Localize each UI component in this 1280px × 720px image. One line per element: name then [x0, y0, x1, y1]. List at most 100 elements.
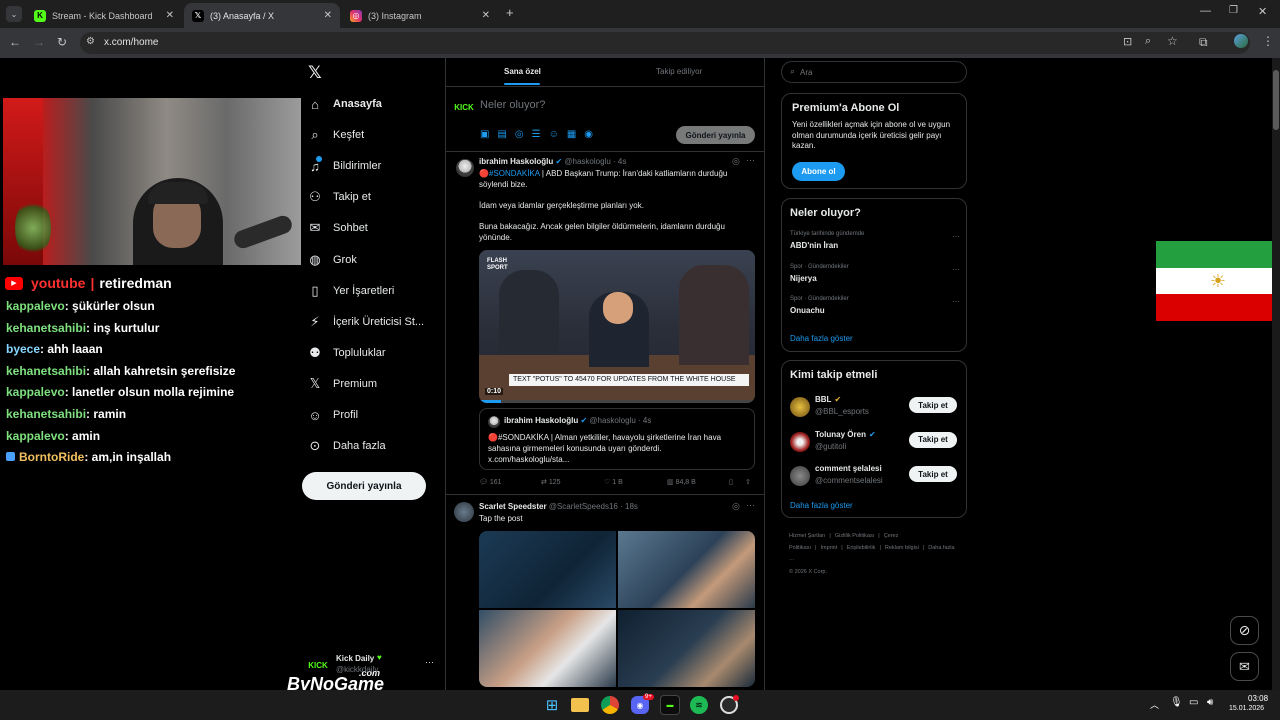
nav-item-home[interactable]: ⌂ Anasayfa — [307, 92, 382, 116]
composer-input[interactable]: Neler oluyor? — [480, 99, 545, 111]
nav-post-button[interactable]: Gönderi yayınla — [302, 472, 426, 500]
footer-link[interactable]: Hizmet Şartları — [789, 533, 825, 539]
nav-item-creator[interactable]: ⚡ İçerik Üreticisi St... — [307, 310, 424, 334]
hashtag[interactable]: 🔴#SONDAKİKA — [479, 169, 540, 178]
more-icon[interactable]: ··· — [746, 155, 755, 165]
scrollbar-thumb[interactable] — [1273, 70, 1279, 130]
new-tab-icon[interactable]: + — [506, 5, 514, 20]
volume-icon[interactable]: 🔊︎ — [1207, 697, 1213, 708]
clock-time[interactable]: 03:08 — [1248, 694, 1268, 703]
grok-analyze-icon[interactable]: ◎ — [732, 501, 740, 512]
file-explorer-icon[interactable] — [571, 698, 589, 712]
reload-icon[interactable]: ↻ — [57, 35, 67, 49]
minimize-icon[interactable]: — — [1200, 5, 1211, 17]
author-name[interactable]: ibrahim Haskoloğlu — [479, 157, 553, 166]
close-icon[interactable]: ✕ — [324, 10, 332, 21]
more-icon[interactable]: ··· — [425, 657, 434, 667]
bookmark-icon[interactable]: ▯ — [729, 478, 733, 486]
footer-link[interactable]: Reklam bilgisi — [885, 545, 919, 551]
spotify-icon[interactable]: ≋ — [690, 696, 708, 714]
nav-item-profile[interactable]: ☺ Profil — [307, 403, 358, 427]
messages-floating-button[interactable]: ✉ — [1230, 652, 1259, 681]
account-switcher[interactable]: KICK Kick Daily ♥ @kickkdaily ··· — [307, 653, 437, 677]
trend-item[interactable]: Spor · Gündemdekiler Onuachu ··· — [790, 296, 960, 324]
reply-button[interactable]: 💬︎ 161 — [479, 478, 502, 486]
like-button[interactable]: ♡ 1 B — [604, 478, 623, 486]
follow-button[interactable]: Takip et — [909, 466, 957, 482]
post-image[interactable] — [618, 531, 755, 608]
video-progress-bar[interactable] — [479, 400, 755, 403]
tab-kick-dashboard[interactable]: K Stream - Kick Dashboard ✕ — [26, 3, 182, 28]
follow-show-more[interactable]: Daha fazla göster — [790, 501, 853, 510]
follow-suggestion[interactable]: comment şelalesi @commentselalesi Takip et — [782, 463, 966, 489]
tab-for-you[interactable]: Sana özel — [504, 67, 541, 76]
grok-icon[interactable]: ◎ — [515, 129, 524, 140]
trend-item[interactable]: Türkiye tarihinde gündemde ABD'nin İran ··… — [790, 231, 960, 259]
repost-button[interactable]: ⇄ 125 — [541, 478, 561, 486]
views-button[interactable]: ▥ 84,8 B — [667, 478, 696, 486]
zoom-icon[interactable]: ⌕ — [1145, 35, 1151, 48]
trend-item[interactable]: Spor · Gündemdekiler Nijerya ··· — [790, 264, 960, 292]
close-window-icon[interactable]: ✕ — [1258, 5, 1267, 18]
windows-start-icon[interactable]: ⊞ — [542, 695, 562, 715]
x-logo-icon[interactable]: 𝕏 — [308, 63, 322, 83]
address-bar[interactable]: ⚙ x.com/home ⊡ ⌕ ☆ — [80, 32, 1250, 54]
author-name[interactable]: Scarlet Speedster — [479, 502, 547, 511]
page-scrollbar[interactable] — [1272, 58, 1280, 690]
forward-icon[interactable]: → — [33, 35, 45, 49]
follow-button[interactable]: Takip et — [909, 431, 957, 448]
more-icon[interactable]: ··· — [952, 265, 960, 274]
close-icon[interactable]: ✕ — [166, 10, 174, 21]
grok-floating-button[interactable]: ⊘ — [1230, 616, 1259, 645]
post-image[interactable] — [479, 610, 616, 687]
nav-item-bookmark[interactable]: ▯ Yer İşaretleri — [307, 279, 394, 303]
schedule-icon[interactable]: ▦ — [567, 129, 576, 140]
browser-menu-icon[interactable]: ⋮ — [1262, 34, 1274, 48]
search-box[interactable]: ⌕ Ara — [781, 61, 967, 83]
nav-item-search[interactable]: ⌕ Keşfet — [307, 123, 364, 147]
emoji-icon[interactable]: ☺ — [549, 129, 559, 140]
more-icon[interactable]: ··· — [952, 297, 960, 306]
composer-post-button[interactable]: Gönderi yayınla — [676, 126, 755, 144]
tab-search-button[interactable]: ⌄ — [6, 6, 22, 22]
site-info-icon[interactable]: ⚙ — [86, 36, 95, 47]
tab-x-home[interactable]: 𝕏 (3) Anasayfa / X ✕ — [184, 3, 340, 28]
follow-button[interactable]: Takip et — [909, 397, 957, 413]
bookmark-star-icon[interactable]: ☆ — [1167, 34, 1178, 48]
nav-item-communities[interactable]: ⚉ Topluluklar — [307, 341, 385, 365]
network-icon[interactable]: ▭ — [1189, 697, 1198, 708]
nav-item-more[interactable]: ⊙ Daha fazla — [307, 434, 386, 458]
follow-suggestion[interactable]: BBL ✔ @BBL_esports Takip et — [782, 394, 966, 420]
tab-following[interactable]: Takip ediliyor — [656, 67, 702, 76]
grok-analyze-icon[interactable]: ◎ — [732, 156, 740, 167]
footer-link[interactable]: Erişilebilirlik — [847, 545, 876, 551]
nav-item-grok[interactable]: ◍ Grok — [307, 248, 357, 272]
footer-link[interactable]: Gizlilik Politikası — [835, 533, 874, 539]
post-image-grid[interactable] — [479, 531, 755, 687]
nav-item-x[interactable]: 𝕏 Premium — [307, 372, 377, 396]
post-video[interactable]: FLASH SPORT TEXT "POTUS" TO 45470 FOR UP… — [479, 250, 755, 403]
back-icon[interactable]: ← — [9, 35, 21, 49]
tab-instagram[interactable]: ◎ (3) Instagram ✕ — [342, 3, 498, 28]
install-app-icon[interactable]: ⊡ — [1123, 35, 1132, 48]
nav-item-bell[interactable]: ♫ Bildirimler — [307, 154, 381, 178]
nav-item-chat[interactable]: ✉ Sohbet — [307, 216, 368, 240]
microphone-icon[interactable]: 🎙︎ — [1170, 697, 1183, 708]
post-image[interactable] — [479, 531, 616, 608]
trends-show-more[interactable]: Daha fazla göster — [790, 334, 853, 343]
more-icon[interactable]: ··· — [952, 232, 960, 241]
post-image[interactable] — [618, 610, 755, 687]
restore-icon[interactable]: ❐ — [1229, 5, 1238, 16]
post[interactable]: ibrahim Haskoloğlu ✔ @haskologlu · 4s ◎ … — [446, 152, 764, 494]
profile-avatar-icon[interactable] — [1234, 34, 1248, 48]
chrome-icon[interactable] — [601, 696, 619, 714]
share-icon[interactable]: ⇧ — [745, 478, 751, 486]
subscribe-button[interactable]: Abone ol — [792, 162, 845, 181]
nav-item-add-person[interactable]: ⚇ Takip et — [307, 185, 371, 209]
tray-chevron-icon[interactable]: ︿ — [1150, 698, 1159, 711]
gif-icon[interactable]: ▤ — [497, 129, 506, 140]
clock-date[interactable]: 15.01.2026 — [1229, 705, 1264, 712]
terminal-icon[interactable]: ▬ — [660, 695, 680, 715]
media-icon[interactable]: ▣ — [480, 129, 489, 140]
footer-link[interactable]: Imprint — [820, 545, 837, 551]
